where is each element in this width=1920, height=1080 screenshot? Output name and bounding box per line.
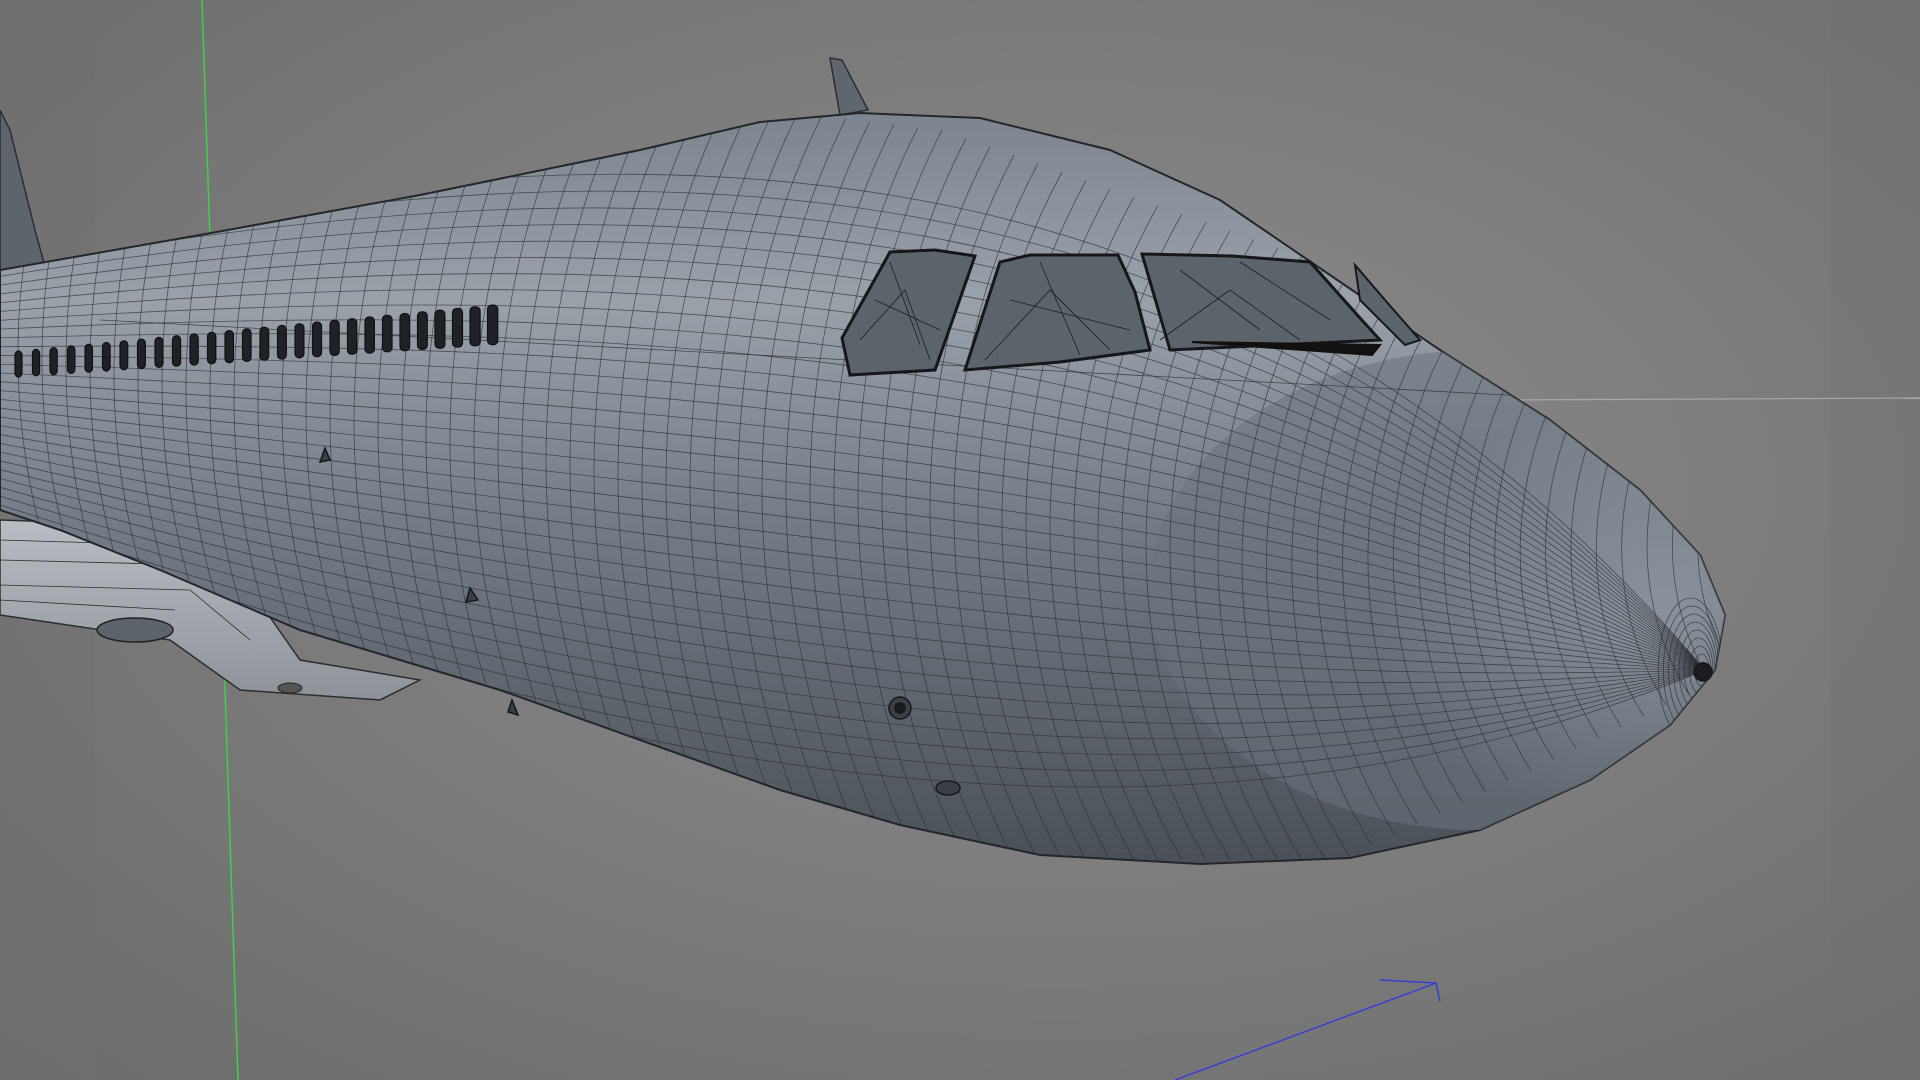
wing-pod [96,617,174,643]
viewport-right-shade [1830,0,1920,1080]
3d-viewport[interactable] [0,0,1920,1080]
wing-pod-small [277,682,303,694]
viewport-scene[interactable] [0,0,1920,1080]
